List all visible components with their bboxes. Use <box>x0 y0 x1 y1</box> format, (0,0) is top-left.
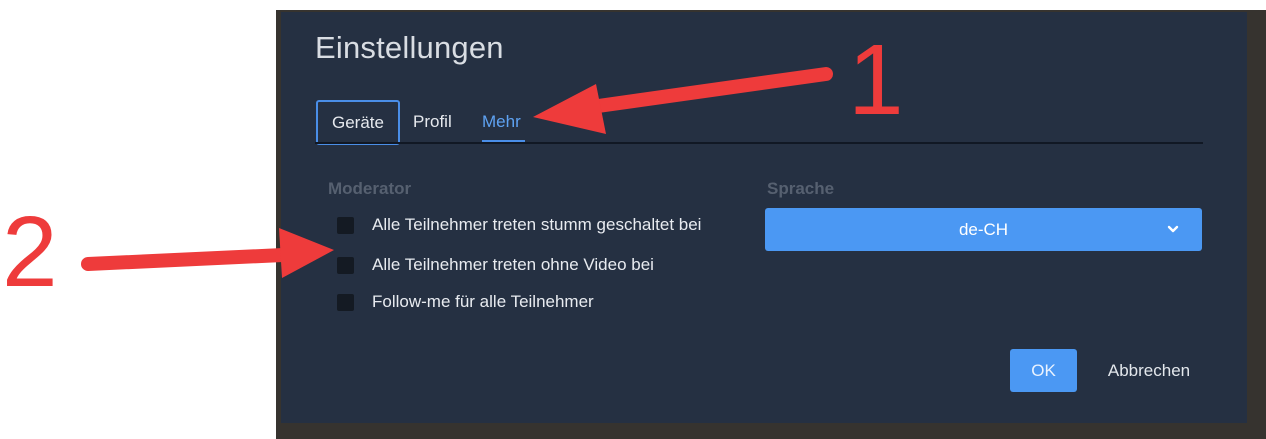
language-select-value: de-CH <box>958 220 1009 239</box>
ok-button[interactable]: OK <box>1010 349 1077 392</box>
language-select[interactable]: de-CH <box>765 208 1202 251</box>
follow-me-checkbox[interactable] <box>337 293 354 311</box>
settings-dialog: Einstellungen Geräte Profil Mehr Moderat… <box>281 12 1247 423</box>
tabs-divider <box>315 142 1203 144</box>
cancel-button[interactable]: Abbrechen <box>1099 349 1199 392</box>
language-heading: Sprache <box>767 179 835 198</box>
option-start-muted[interactable]: Alle Teilnehmer treten stumm geschaltet … <box>337 214 701 236</box>
start-muted-checkbox[interactable] <box>337 216 354 234</box>
chevron-down-icon <box>1167 225 1179 233</box>
start-muted-label: Alle Teilnehmer treten stumm geschaltet … <box>372 215 702 234</box>
start-no-video-label: Alle Teilnehmer treten ohne Video bei <box>372 255 654 274</box>
annotation-marker-1: 1 <box>848 24 904 136</box>
option-start-no-video[interactable]: Alle Teilnehmer treten ohne Video bei <box>337 254 654 276</box>
tab-more[interactable]: Mehr <box>482 102 526 142</box>
start-no-video-checkbox[interactable] <box>337 256 354 274</box>
annotation-marker-2: 2 <box>2 196 58 308</box>
moderator-heading: Moderator <box>328 179 412 198</box>
dialog-title: Einstellungen <box>315 30 504 65</box>
tab-devices[interactable]: Geräte <box>316 100 400 145</box>
follow-me-label: Follow-me für alle Teilnehmer <box>372 292 594 311</box>
tab-profile[interactable]: Profil <box>413 102 463 142</box>
option-follow-me[interactable]: Follow-me für alle Teilnehmer <box>337 291 594 313</box>
screenshot-stage: Einstellungen Geräte Profil Mehr Moderat… <box>0 0 1266 439</box>
